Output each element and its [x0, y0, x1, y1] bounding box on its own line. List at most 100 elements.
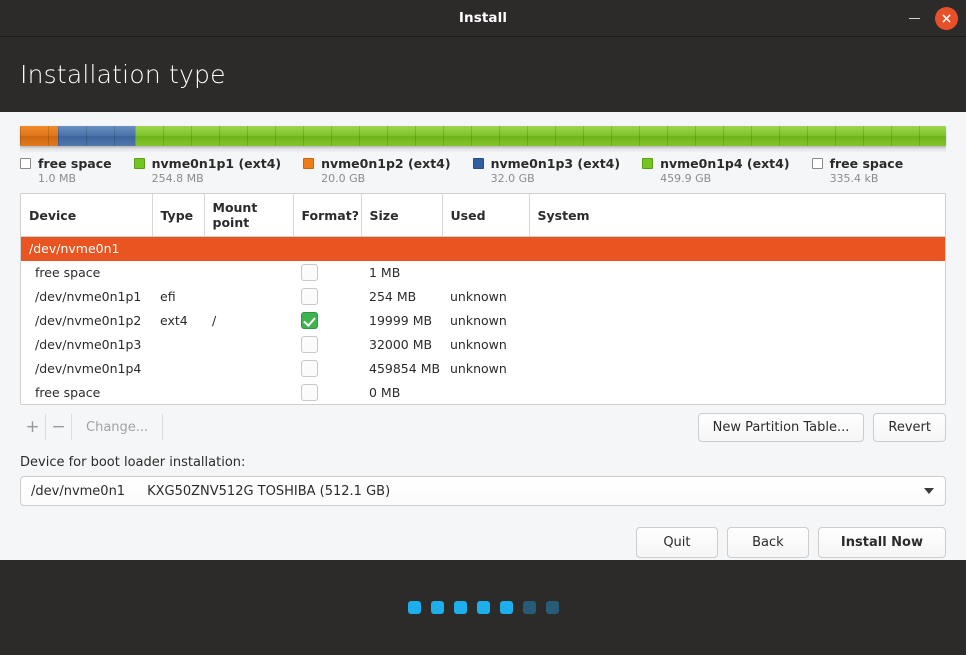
cell-type [152, 236, 204, 261]
legend-item: nvme0n1p1 (ext4) 254.8 MB [133, 156, 281, 185]
cell-type: ext4 [160, 313, 188, 328]
partition-table-container[interactable]: Device Type Mount point Format? Size Used Syst… [20, 193, 946, 405]
progress-dot [499, 601, 513, 614]
table-row[interactable]: free space 0 MB [21, 381, 945, 405]
remove-partition-button[interactable]: − [46, 414, 72, 440]
quit-button[interactable]: Quit [635, 527, 718, 558]
legend-size: 459.9 GB [660, 172, 712, 185]
cell-type [152, 333, 204, 357]
format-checkbox[interactable] [301, 336, 318, 353]
legend-size: 254.8 MB [151, 172, 204, 185]
table-row[interactable]: /dev/sda [21, 405, 945, 406]
minimize-icon[interactable] [901, 6, 927, 32]
bootloader-device-name: /dev/nvme0n1 [31, 483, 126, 499]
revert-button[interactable]: Revert [873, 412, 946, 442]
column-header-format[interactable]: Format? [293, 194, 362, 237]
bootloader-device-description: KXG50ZNV512G TOSHIBA (512.1 GB) [147, 483, 391, 499]
format-checkbox[interactable] [301, 312, 318, 329]
cell-device: /dev/nvme0n1p1 [35, 289, 142, 304]
cell-used: unknown [450, 361, 507, 376]
cell-mount-point: / [212, 313, 217, 328]
cell-format [293, 405, 361, 406]
cell-device: /dev/nvme0n1 [21, 236, 152, 261]
add-partition-button[interactable]: + [20, 414, 46, 440]
legend-size: 1.0 MB [38, 172, 77, 185]
legend-swatch-icon [20, 158, 31, 169]
close-icon[interactable] [935, 7, 958, 30]
legend-item: nvme0n1p4 (ext4) 459.9 GB [642, 156, 790, 185]
cell-size: 32000 MB [369, 337, 433, 352]
format-checkbox[interactable] [301, 264, 318, 281]
column-header-type[interactable]: Type [152, 194, 205, 237]
cell-type [152, 381, 204, 405]
progress-dots [407, 601, 559, 614]
cell-system [529, 285, 945, 309]
table-row[interactable]: /dev/nvme0n1p2 ext4 / 19999 MB unknown [21, 309, 945, 333]
cell-system [529, 357, 945, 381]
cell-used [442, 261, 529, 285]
cell-type [152, 405, 204, 406]
partition-toolbar: + − Change... New Partition Table... Rev… [20, 412, 946, 442]
legend-top: free space [811, 156, 903, 171]
table-body: /dev/nvme0n1 free space 1 MB/dev/nvme0n1p1… [21, 236, 945, 406]
navigation-buttons: Quit Back Install Now [20, 527, 946, 558]
format-checkbox[interactable] [301, 384, 318, 401]
install-now-button[interactable]: Install Now [817, 527, 946, 558]
table-header: Device Type Mount point Format? Size Used Syst… [21, 194, 945, 237]
cell-size [361, 236, 442, 261]
new-partition-table-button[interactable]: New Partition Table... [697, 412, 865, 442]
legend-size: 20.0 GB [321, 172, 366, 185]
legend-top: nvme0n1p4 (ext4) [642, 156, 790, 171]
column-header-system[interactable]: System [529, 194, 945, 237]
progress-dot [407, 601, 421, 614]
table-row[interactable]: /dev/nvme0n1p4 459854 MB unknown [21, 357, 945, 381]
column-header-size[interactable]: Size [361, 194, 443, 237]
legend-item: nvme0n1p3 (ext4) 32.0 GB [472, 156, 621, 185]
cell-size: 0 MB [369, 385, 401, 400]
page-header: Installation type [0, 37, 966, 112]
cell-size: 254 MB [369, 289, 417, 304]
bootloader-device-select[interactable]: /dev/nvme0n1 KXG50ZNV512G TOSHIBA (512.1… [20, 476, 946, 506]
progress-dot [545, 601, 559, 614]
legend-label: free space [38, 156, 112, 171]
title-bar: Install [0, 0, 966, 37]
format-checkbox[interactable] [301, 360, 318, 377]
column-header-used[interactable]: Used [442, 194, 530, 237]
cell-format [293, 381, 361, 405]
nvme0n1p2-segment [20, 126, 58, 146]
change-partition-button[interactable]: Change... [72, 414, 164, 440]
table-row[interactable]: free space 1 MB [21, 261, 945, 285]
nvme0n1p3-segment [57, 126, 135, 146]
legend-label: nvme0n1p3 (ext4) [490, 156, 621, 171]
chevron-down-icon[interactable] [924, 488, 934, 494]
cell-system [529, 309, 945, 333]
partition-table: Device Type Mount point Format? Size Used Syst… [21, 194, 945, 406]
cell-size [361, 405, 442, 406]
format-checkbox[interactable] [301, 288, 318, 305]
progress-dot [430, 601, 444, 614]
table-row[interactable]: /dev/nvme0n1p1 efi 254 MB unknown [21, 285, 945, 309]
legend-swatch-icon [303, 158, 315, 169]
cell-size: 19999 MB [369, 313, 433, 328]
cell-used: unknown [450, 337, 507, 352]
legend-top: nvme0n1p1 (ext4) [133, 156, 281, 171]
column-header-mount-point[interactable]: Mount point [204, 194, 294, 237]
install-window: Install Installation type free space 1.0 … [0, 0, 966, 655]
back-button[interactable]: Back [726, 527, 809, 558]
partition-legend: free space 1.0 MB nvme0n1p1 (ext4) 254.8 MB… [20, 156, 946, 185]
cell-used: unknown [450, 289, 507, 304]
cell-type [152, 261, 204, 285]
cell-mount-point [204, 381, 293, 405]
cell-system [529, 405, 945, 406]
nvme0n1p4-segment [134, 126, 946, 146]
cell-format [293, 285, 361, 309]
legend-swatch-icon [133, 158, 145, 169]
column-header-device[interactable]: Device [21, 194, 153, 237]
table-row[interactable]: /dev/nvme0n1p3 32000 MB unknown [21, 333, 945, 357]
table-header-row: Device Type Mount point Format? Size Used Syst… [21, 194, 945, 237]
legend-size: 32.0 GB [490, 172, 535, 185]
table-row[interactable]: /dev/nvme0n1 [21, 236, 945, 261]
cell-mount-point [204, 285, 293, 309]
cell-format [293, 309, 361, 333]
legend-item: free space 335.4 kB [811, 156, 903, 185]
